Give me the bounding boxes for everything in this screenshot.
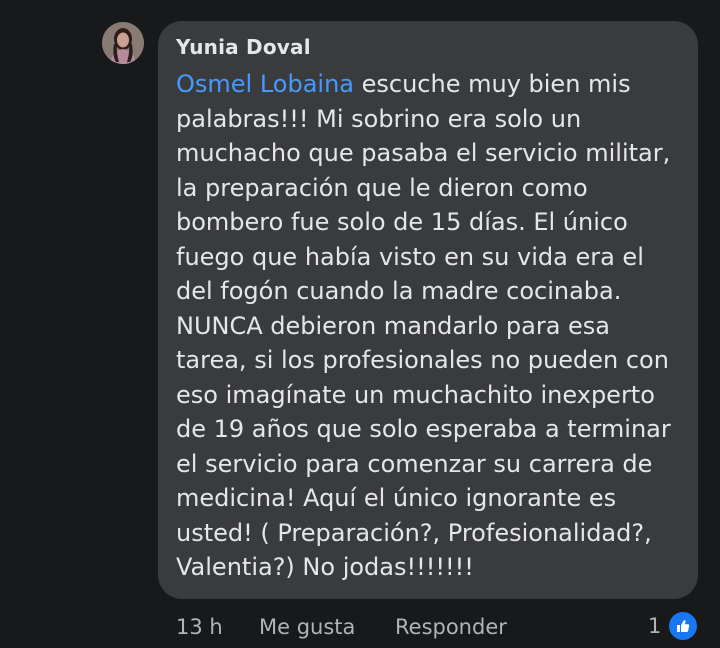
comment-bubble: Yunia Doval Osmel Lobaina escuche muy bi… [158,21,698,599]
avatar-image [102,22,144,64]
reply-button[interactable]: Responder [395,612,507,642]
like-button[interactable]: Me gusta [259,612,355,642]
reaction-count: 1 [648,614,662,638]
comment-body: escuche muy bien mis palabras!!! Mi sobr… [176,70,671,581]
comment-text: Osmel Lobaina escuche muy bien mis palab… [176,67,688,585]
reaction-summary[interactable]: 1 [648,610,700,642]
thumbs-up-icon [667,610,700,642]
avatar[interactable] [102,22,144,64]
comment-author[interactable]: Yunia Doval [176,35,311,59]
mention-link[interactable]: Osmel Lobaina [176,70,354,98]
comment-timestamp[interactable]: 13 h [176,612,223,642]
